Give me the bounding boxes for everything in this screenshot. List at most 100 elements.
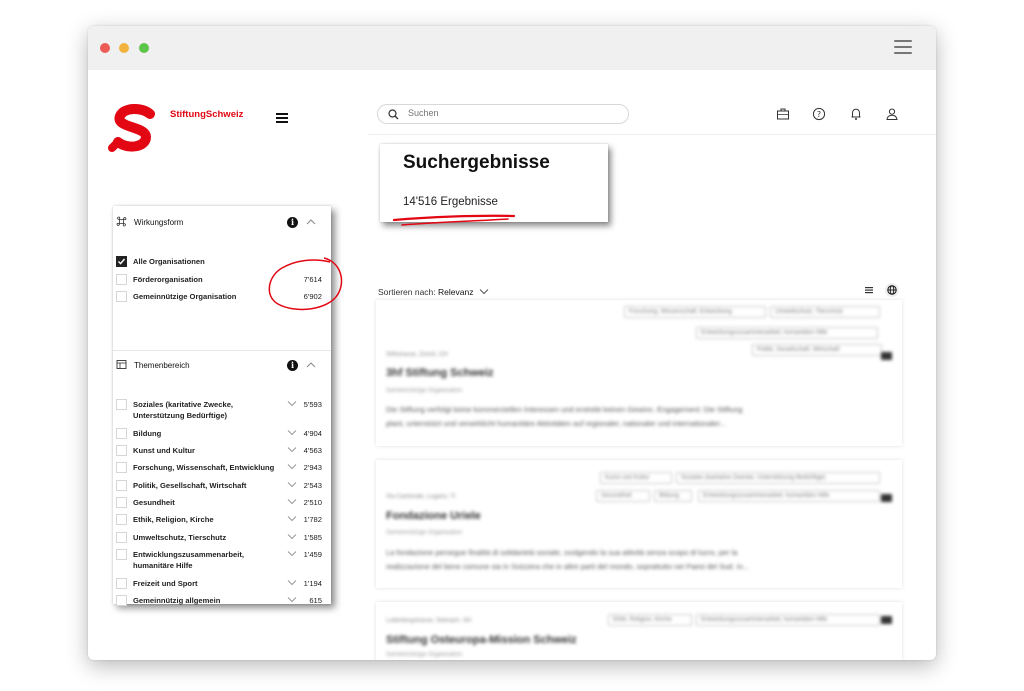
filter-checkbox[interactable] (116, 595, 127, 606)
filter-checkbox[interactable] (116, 256, 127, 267)
help-icon[interactable]: ? (812, 107, 826, 121)
result-title[interactable]: Stiftung Osteuropa-Mission Schweiz (386, 634, 577, 646)
chevron-up-icon[interactable] (306, 218, 316, 225)
chevron-down-icon[interactable] (287, 446, 297, 453)
filter-option[interactable]: Gemeinnützig allgemein 615 (113, 594, 331, 607)
sort-label: Sortieren nach: (378, 287, 436, 297)
section-themenbereich[interactable]: Themenbereich i (113, 352, 331, 378)
close-window-button[interactable] (100, 43, 110, 53)
filter-option-label-line: humanitäre Hilfe (133, 561, 193, 570)
result-card[interactable]: Ethik, Religion, Kirche Entwicklungszusam… (376, 602, 902, 660)
filter-option[interactable]: Soziales (karitative Zwecke, Unterstützun… (113, 398, 331, 422)
filter-option-label-line: Forschung, Wissenschaft, Entwicklung (133, 463, 275, 472)
result-card[interactable]: Forschung, Wissenschaft, Entwicklung Umwe… (376, 300, 902, 446)
filter-option-label: Bildung (133, 428, 161, 439)
category-tag[interactable]: Forschung, Wissenschaft, Entwicklung (624, 306, 766, 318)
filter-checkbox[interactable] (116, 480, 127, 491)
filter-option-label-line: Kunst und Kultur (133, 446, 196, 455)
filter-option[interactable]: Umweltschutz, Tierschutz 1'585 (113, 531, 331, 544)
filter-option-label: Alle Organisationen (133, 257, 205, 266)
sort-control[interactable]: Sortieren nach: Relevanz (378, 287, 489, 297)
section-wirkungsform[interactable]: Wirkungsform i (113, 209, 331, 235)
result-type: Gemeinnützige Organisation (386, 530, 463, 536)
filter-option[interactable]: Freizeit und Sport 1'194 (113, 577, 331, 590)
filter-option[interactable]: Entwicklungszusammenarbeit, humanitäre Hi… (113, 548, 331, 572)
filter-option-label: Gesundheit (133, 497, 175, 508)
filter-checkbox[interactable] (116, 445, 127, 456)
filter-checkbox[interactable] (116, 532, 127, 543)
search-input[interactable] (408, 108, 608, 118)
filter-checkbox[interactable] (116, 462, 127, 473)
category-tag[interactable]: Soziales (karitative Zwecke, Unterstützu… (676, 472, 880, 484)
folder-icon[interactable] (881, 352, 892, 360)
folder-icon[interactable] (881, 616, 892, 624)
result-title[interactable]: 3hf Stiftung Schweiz (386, 367, 494, 379)
chevron-up-icon[interactable] (306, 361, 316, 368)
info-icon[interactable]: i (287, 360, 298, 371)
filter-checkbox[interactable] (116, 399, 127, 410)
filter-checkbox[interactable] (116, 497, 127, 508)
filter-checkbox[interactable] (116, 578, 127, 589)
filter-checkbox[interactable] (116, 428, 127, 439)
chevron-down-icon[interactable] (287, 550, 297, 557)
result-card[interactable]: Kunst und Kultur Soziales (karitative Zwe… (376, 460, 902, 588)
menu-icon[interactable] (276, 113, 288, 123)
page-title: Suchergebnisse (403, 152, 550, 173)
filter-option-count: 4'904 (303, 429, 322, 438)
filter-checkbox[interactable] (116, 274, 127, 285)
filter-option[interactable]: Bildung 4'904 (113, 427, 331, 440)
red-underline-annotation (392, 214, 516, 226)
category-tag[interactable]: Kunst und Kultur (600, 472, 672, 484)
chevron-down-icon[interactable] (287, 400, 297, 407)
minimize-window-button[interactable] (119, 43, 129, 53)
description-line: plant, unterstützt und verwirklicht huma… (386, 419, 726, 428)
section-divider (113, 350, 331, 351)
chevron-down-icon[interactable] (287, 429, 297, 436)
chevron-down-icon[interactable] (479, 288, 489, 295)
result-location: Lutterbergstrasse, Steinach, SH (386, 618, 472, 624)
chevron-down-icon[interactable] (287, 481, 297, 488)
command-icon (116, 216, 127, 227)
map-view-toggle[interactable] (885, 283, 899, 297)
brand-name[interactable]: StiftungSchweiz (170, 109, 243, 120)
list-view-icon[interactable] (864, 286, 874, 294)
category-tag[interactable]: Ethik, Religion, Kirche (608, 614, 692, 626)
stiftung-logo-icon[interactable] (106, 104, 164, 152)
search-bar[interactable] (377, 104, 629, 124)
filter-checkbox[interactable] (116, 514, 127, 525)
category-tag[interactable]: Entwicklungszusammenarbeit, humanitäre H… (696, 614, 880, 626)
hamburger-icon[interactable] (894, 40, 912, 54)
section-title: Themenbereich (134, 361, 190, 370)
chevron-down-icon[interactable] (287, 596, 297, 603)
info-icon[interactable]: i (287, 217, 298, 228)
category-tag[interactable]: Politik, Gesellschaft, Wirtschaft (752, 344, 882, 356)
filter-option-label-line: Freizeit und Sport (133, 579, 198, 588)
bell-icon[interactable] (849, 107, 863, 121)
folder-icon[interactable] (881, 494, 892, 502)
filter-option[interactable]: Kunst und Kultur 4'563 (113, 444, 331, 457)
briefcase-icon[interactable] (776, 107, 790, 121)
filter-option[interactable]: Ethik, Religion, Kirche 1'782 (113, 513, 331, 526)
filter-option-label: Förderorganisation (133, 275, 203, 284)
category-tag[interactable]: Gesundheit (596, 490, 650, 502)
category-tag[interactable]: Bildung (654, 490, 692, 502)
filter-checkbox[interactable] (116, 291, 127, 302)
filter-option[interactable]: Gesundheit 2'510 (113, 496, 331, 509)
chevron-down-icon[interactable] (287, 515, 297, 522)
user-icon[interactable] (885, 107, 899, 121)
chevron-down-icon[interactable] (287, 579, 297, 586)
chevron-down-icon[interactable] (287, 498, 297, 505)
maximize-window-button[interactable] (139, 43, 149, 53)
filter-option[interactable]: Politik, Gesellschaft, Wirtschaft 2'543 (113, 479, 331, 492)
category-tag[interactable]: Entwicklungszusammenarbeit, humanitäre H… (696, 327, 878, 339)
result-location: Via Cantonale, Lugano, TI (386, 494, 456, 500)
category-tag[interactable]: Umweltschutz, Tierschutz (770, 306, 880, 318)
result-title[interactable]: Fondazione Uriele (386, 510, 481, 522)
filter-option[interactable]: Forschung, Wissenschaft, Entwicklung 2'94… (113, 461, 331, 474)
filter-checkbox[interactable] (116, 549, 127, 560)
chevron-down-icon[interactable] (287, 533, 297, 540)
chevron-down-icon[interactable] (287, 463, 297, 470)
sort-value[interactable]: Relevanz (438, 287, 473, 297)
category-tag[interactable]: Entwicklungszusammenarbeit, humanitäre H… (698, 490, 880, 502)
filter-option-count: 2'510 (303, 498, 322, 507)
